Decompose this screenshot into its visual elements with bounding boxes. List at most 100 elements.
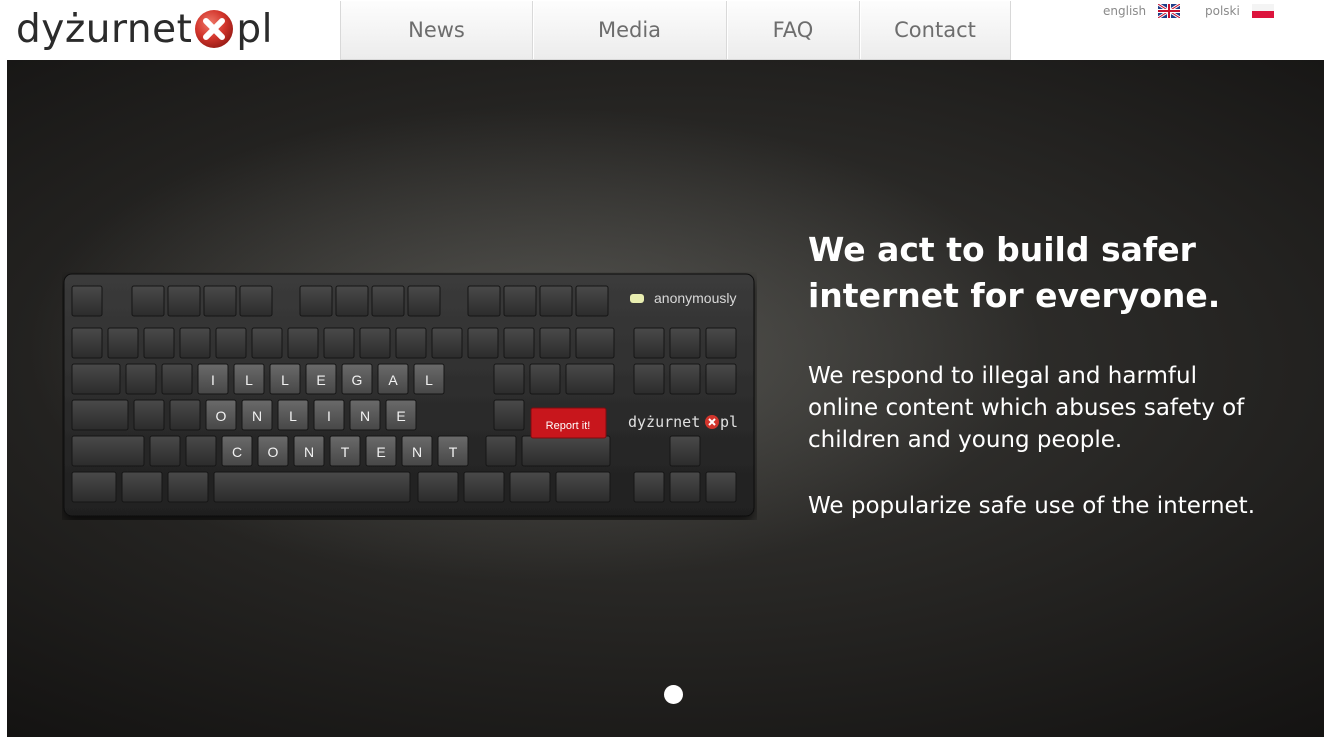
keyboard-key <box>107 327 139 359</box>
keyboard-key <box>167 285 201 317</box>
report-it-label: Report it! <box>546 420 591 432</box>
keyboard-key <box>215 327 247 359</box>
keyboard-key <box>633 327 665 359</box>
nav-news[interactable]: News <box>341 1 533 59</box>
keyboard-key <box>143 327 175 359</box>
keyboard-brand: dyżurnet pl <box>628 413 738 431</box>
keyboard-key <box>529 363 561 395</box>
site-header: dyżurnet pl News Media FAQ Contact engli… <box>0 0 1324 60</box>
keyboard-key <box>121 471 163 503</box>
keyboard-key <box>71 363 121 395</box>
key-letter: G <box>352 372 363 388</box>
keyboard-key <box>493 363 525 395</box>
keyboard-key <box>431 327 463 359</box>
keyboard-key <box>493 399 525 431</box>
hero-headline-line1: We act to build safer <box>808 230 1196 269</box>
report-it-key: Report it! <box>530 407 607 439</box>
hero-paragraph1-line3: children and young people. <box>808 427 1123 453</box>
key-letter: L <box>281 372 289 388</box>
key-letter: A <box>388 372 398 388</box>
keyboard-key <box>323 327 355 359</box>
uk-flag-icon <box>1158 4 1181 18</box>
keyboard-key <box>467 327 499 359</box>
poland-flag-icon <box>1251 4 1274 18</box>
keyboard-key <box>299 285 333 317</box>
logo-text-left: dyżurnet <box>16 6 193 52</box>
keyboard-key <box>669 363 701 395</box>
key-letter: N <box>304 444 314 460</box>
keyboard-key <box>467 285 501 317</box>
hero-paragraph-respond: We respond to illegal and harmful online… <box>808 360 1308 456</box>
keyboard-key <box>669 327 701 359</box>
keyboard-key <box>335 285 369 317</box>
keyboard-brand-right: pl <box>720 413 738 431</box>
keyboard-key <box>185 435 217 467</box>
hero-paragraph1-line1: We respond to illegal and harmful <box>808 363 1197 389</box>
hero-paragraph-popularize: We popularize safe use of the internet. <box>808 493 1256 519</box>
key-letter: N <box>360 408 370 424</box>
keyboard-key <box>669 471 701 503</box>
keyboard-key <box>705 471 737 503</box>
keyboard-key <box>71 285 103 317</box>
keyboard-key <box>167 471 209 503</box>
keyboard-key <box>251 327 283 359</box>
keyboard-key <box>555 471 611 503</box>
keyboard-illustration: anonymously I L L E G A L O N L I N E C O N T E N T Report … <box>63 273 755 517</box>
key-letter: T <box>341 444 350 460</box>
keyboard-key <box>669 435 701 467</box>
keyboard-key <box>71 435 145 467</box>
keyboard-key <box>539 285 573 317</box>
key-letter: C <box>232 444 242 460</box>
keyboard-key <box>503 285 537 317</box>
keyboard-key <box>509 471 551 503</box>
keyboard-key <box>633 363 665 395</box>
key-letter: E <box>376 444 385 460</box>
key-letter: O <box>268 444 279 460</box>
hero-paragraph1-line2: online content which abuses safety of <box>808 395 1245 421</box>
keyboard-key <box>169 399 201 431</box>
keyboard-key <box>705 327 737 359</box>
language-polski[interactable]: polski <box>1205 4 1274 18</box>
keyboard-key <box>463 471 505 503</box>
hero-banner: anonymously I L L E G A L O N L I N E C O N T E N T Report … <box>7 60 1324 737</box>
language-english-label: english <box>1103 4 1147 18</box>
key-letter: T <box>449 444 458 460</box>
keyboard-key <box>633 471 665 503</box>
key-letter: L <box>245 372 253 388</box>
hero-headline-line2: internet for everyone. <box>808 276 1221 315</box>
keyboard-key <box>71 471 117 503</box>
key-letter: N <box>412 444 422 460</box>
key-letter: I <box>327 408 331 424</box>
keyboard-key <box>395 327 427 359</box>
main-nav: News Media FAQ Contact <box>340 1 1011 60</box>
site-logo[interactable]: dyżurnet pl <box>16 6 273 52</box>
anonymously-label: anonymously <box>654 290 737 306</box>
key-letter: I <box>211 372 215 388</box>
keyboard-key <box>161 363 193 395</box>
keyboard-key <box>133 399 165 431</box>
language-english[interactable]: english <box>1103 4 1181 18</box>
keyboard-key <box>203 285 237 317</box>
keyboard-key <box>417 471 459 503</box>
logo-text-right: pl <box>236 6 273 52</box>
key-letter: E <box>396 408 405 424</box>
slider-dot-active[interactable] <box>664 685 683 704</box>
key-letter: E <box>316 372 325 388</box>
keyboard-brand-left: dyżurnet <box>628 413 700 431</box>
keyboard-key <box>539 327 571 359</box>
keyboard-key <box>71 327 103 359</box>
nav-faq[interactable]: FAQ <box>727 1 860 59</box>
keyboard-key <box>359 327 391 359</box>
hero-headline: We act to build safer internet for every… <box>808 227 1288 319</box>
keyboard-key <box>71 399 129 431</box>
keyboard-key <box>125 363 157 395</box>
x-circle-icon <box>195 10 234 48</box>
nav-contact[interactable]: Contact <box>860 1 1010 59</box>
keyboard-key <box>521 435 611 467</box>
keyboard-key <box>575 285 609 317</box>
keyboard-key <box>485 435 517 467</box>
keyboard-key <box>407 285 441 317</box>
nav-media[interactable]: Media <box>533 1 727 59</box>
keyboard-key <box>149 435 181 467</box>
key-letter: L <box>289 408 297 424</box>
